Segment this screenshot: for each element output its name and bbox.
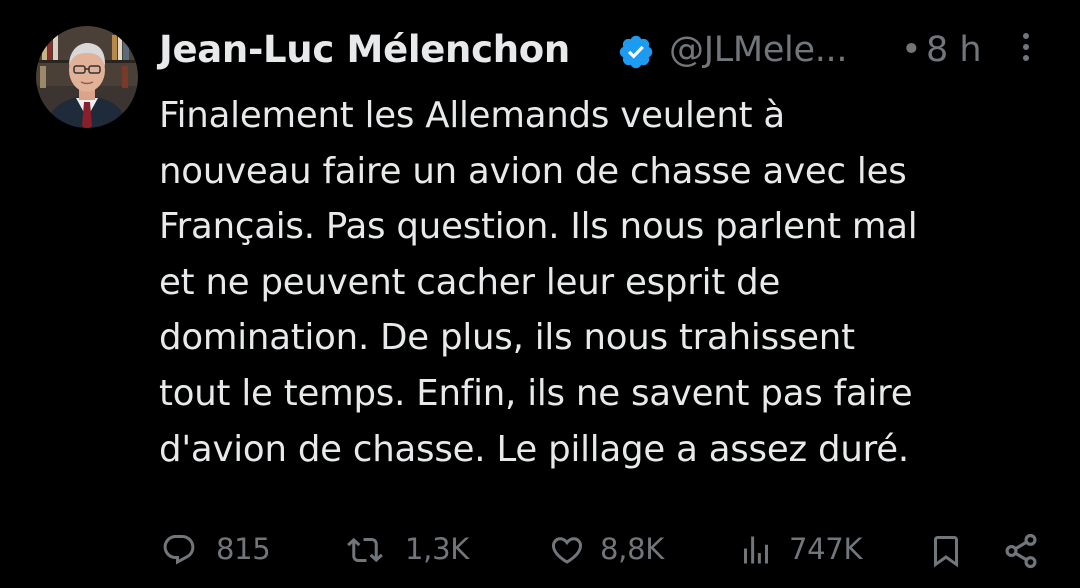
author-handle[interactable]: @JLMele... [669, 30, 847, 70]
more-options-icon[interactable] [1014, 30, 1038, 64]
verified-badge-icon [617, 33, 655, 71]
tweet-text-line: Finalement les Allemands veulent à [159, 95, 785, 136]
bookmark-icon [934, 536, 958, 568]
retweet-icon [347, 537, 383, 563]
avatar-image [36, 26, 138, 128]
tweet-text-line: tout le temps. Enfin, ils ne savent pas … [159, 372, 913, 414]
tweet-text-line: nouveau faire un avion de chasse avec le… [159, 150, 907, 192]
tweet-text-line: Français. Pas question. Ils nous parlent… [159, 206, 918, 248]
share-button[interactable] [1000, 530, 1042, 570]
tweet-header: Jean-Luc Mélenchon @JLMele... • 8 h [159, 28, 1059, 76]
views-button[interactable]: 747K [737, 530, 867, 570]
views-icon [744, 536, 768, 564]
bookmark-button[interactable] [928, 530, 968, 570]
like-button[interactable]: 8,8K [548, 530, 678, 570]
retweet-count: 1,3K [405, 532, 469, 566]
views-count: 747K [789, 532, 863, 566]
tweet-text: Finalement les Allemands veulent à nouve… [159, 88, 1059, 477]
tweet[interactable]: Jean-Luc Mélenchon @JLMele... • 8 h Fina… [0, 0, 1080, 588]
reply-icon [163, 535, 195, 565]
reply-count: 815 [216, 532, 271, 566]
retweet-button[interactable]: 1,3K [345, 530, 475, 570]
tweet-text-line: d'avion de chasse. Le pillage a assez du… [159, 428, 909, 470]
heart-icon [551, 537, 583, 564]
reply-button[interactable]: 815 [160, 530, 275, 570]
tweet-text-line: et ne peuvent cacher leur esprit de [159, 261, 781, 303]
avatar[interactable] [36, 26, 138, 128]
share-icon [1005, 533, 1037, 569]
author-display-name[interactable]: Jean-Luc Mélenchon [159, 28, 570, 71]
separator-dot: • [901, 30, 922, 70]
like-count: 8,8K [600, 532, 664, 566]
tweet-timestamp[interactable]: 8 h [926, 30, 982, 70]
action-bar: 815 1,3K 8,8K 747K [0, 520, 1080, 580]
tweet-text-line: domination. De plus, ils nous trahissent [159, 317, 855, 359]
